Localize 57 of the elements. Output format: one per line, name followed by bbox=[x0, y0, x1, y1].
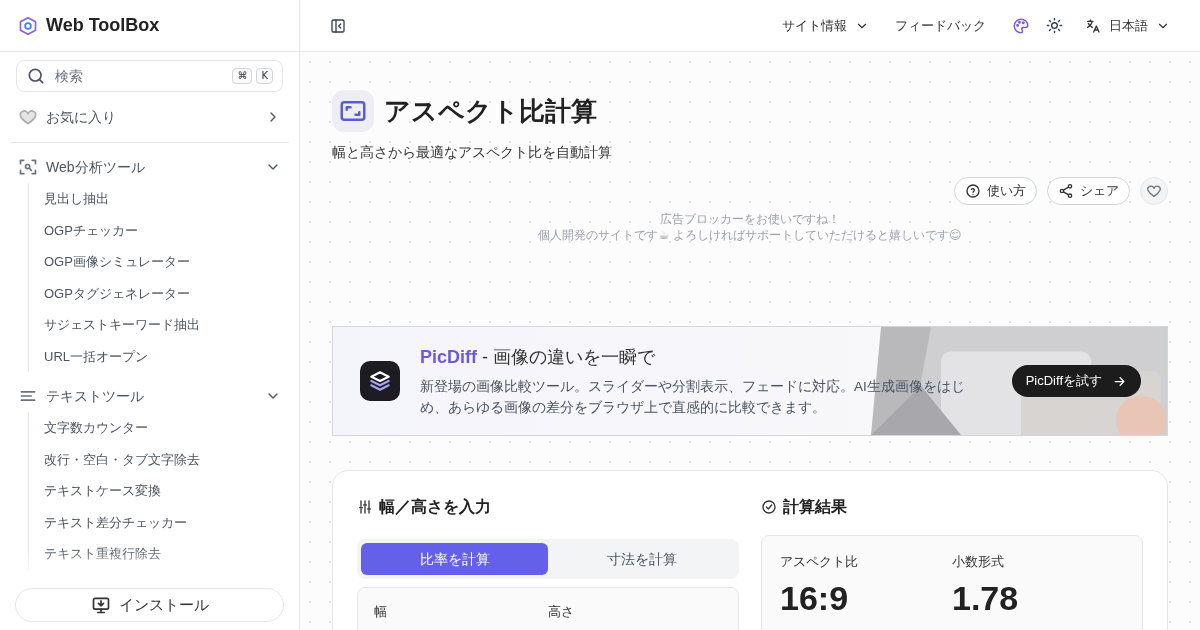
nav-link[interactable]: OGPチェッカー bbox=[44, 214, 299, 246]
field-label: 幅 bbox=[374, 603, 388, 621]
mode-tab[interactable]: 寸法を計算 bbox=[548, 543, 735, 575]
sidebar-toggle-icon[interactable] bbox=[330, 17, 346, 34]
section-title: 幅／高さを入力 bbox=[379, 497, 491, 517]
nav-link[interactable]: フィードバック bbox=[895, 15, 986, 36]
hexagon-logo-icon bbox=[18, 15, 38, 36]
nav-link[interactable]: URL一括オープン bbox=[44, 340, 299, 372]
result-value: 16:9 bbox=[780, 577, 850, 618]
result-label: 小数形式 bbox=[952, 553, 1005, 571]
result-label: アスペクト比 bbox=[780, 553, 859, 571]
nav-link[interactable]: サジェストキーワード抽出 bbox=[44, 309, 299, 341]
banner-description: 新登場の画像比較ツール。スライダーや分割表示、フェードに対応。AI生成画像をはじめ、あらゆる画像の差分をブラウザ上で直感的に比較できます。 bbox=[420, 378, 966, 417]
adblock-notice: 個人開発のサイトです☕ よろしければサポートしていただけると嬉しいです😊 bbox=[538, 227, 962, 243]
nav-link[interactable]: OGP画像シミュレーター bbox=[44, 246, 299, 278]
try-picdiff-button[interactable]: PicDiffを試す bbox=[1011, 365, 1141, 397]
app-logo-text: Web ToolBox bbox=[46, 14, 160, 37]
nav-link[interactable]: 文字数カウンター bbox=[44, 412, 299, 444]
help-button[interactable]: 使い方 bbox=[954, 177, 1037, 205]
section-title: 計算結果 bbox=[783, 497, 847, 517]
share-icon bbox=[1058, 183, 1074, 199]
nav-link[interactable]: 改行・空白・タブ文字除去 bbox=[44, 443, 299, 475]
language-dropdown[interactable]: 日本語 bbox=[1085, 15, 1170, 36]
category-header[interactable]: Web分析ツール bbox=[10, 155, 289, 179]
field-label: 高さ bbox=[548, 603, 575, 621]
adblock-notice: 広告ブロッカーをお使いですね！ bbox=[660, 211, 840, 227]
heart-icon bbox=[1146, 183, 1162, 199]
scan-icon bbox=[18, 157, 38, 177]
nav-link[interactable]: テキスト重複行除去 bbox=[44, 538, 299, 570]
search-icon bbox=[26, 66, 46, 86]
layers-icon bbox=[367, 368, 393, 394]
sliders-icon bbox=[357, 499, 373, 515]
promo-banner[interactable]: PicDiff - 画像の違いを一瞬で 新登場の画像比較ツール。スライダーや分割表示、フェードに対応。AI生成画像をはじめ、あらゆる画像の差分をブラウザ上で直感的に比較できます。 PicDiffを試す bbox=[332, 326, 1168, 436]
favorites-item[interactable]: お気に入り bbox=[10, 102, 289, 143]
install-button[interactable]: インストール bbox=[15, 588, 284, 622]
monitor-download-icon bbox=[90, 595, 111, 615]
shortcut-key: ⌘ bbox=[232, 68, 253, 84]
shortcut-key: K bbox=[256, 68, 273, 84]
nav-dropdown[interactable]: サイト情報 bbox=[782, 15, 869, 36]
sun-icon[interactable] bbox=[1046, 17, 1063, 34]
heart-icon bbox=[18, 107, 38, 127]
page-title: アスペクト比計算 bbox=[384, 94, 597, 128]
page-subtitle: 幅と高さから最適なアスペクト比を自動計算 bbox=[332, 143, 613, 162]
category-header[interactable]: テキストツール bbox=[10, 384, 289, 408]
nav-link[interactable]: OGPタグジェネレーター bbox=[44, 277, 299, 309]
palette-icon[interactable] bbox=[1012, 16, 1030, 35]
nav-link[interactable]: テキスト差分チェッカー bbox=[44, 506, 299, 538]
translate-icon bbox=[1085, 17, 1101, 34]
banner-headline: PicDiff - 画像の違いを一瞬で bbox=[420, 346, 656, 369]
favorite-button[interactable] bbox=[1140, 177, 1168, 205]
result-value: 1.78 bbox=[952, 577, 1020, 618]
check-circle-icon bbox=[761, 499, 777, 515]
share-button[interactable]: シェア bbox=[1047, 177, 1130, 205]
mode-tab[interactable]: 比率を計算 bbox=[361, 543, 548, 575]
nav-link[interactable]: テキストケース変換 bbox=[44, 475, 299, 507]
nav-link[interactable]: 見出し抽出 bbox=[44, 183, 299, 215]
help-icon bbox=[965, 183, 981, 199]
